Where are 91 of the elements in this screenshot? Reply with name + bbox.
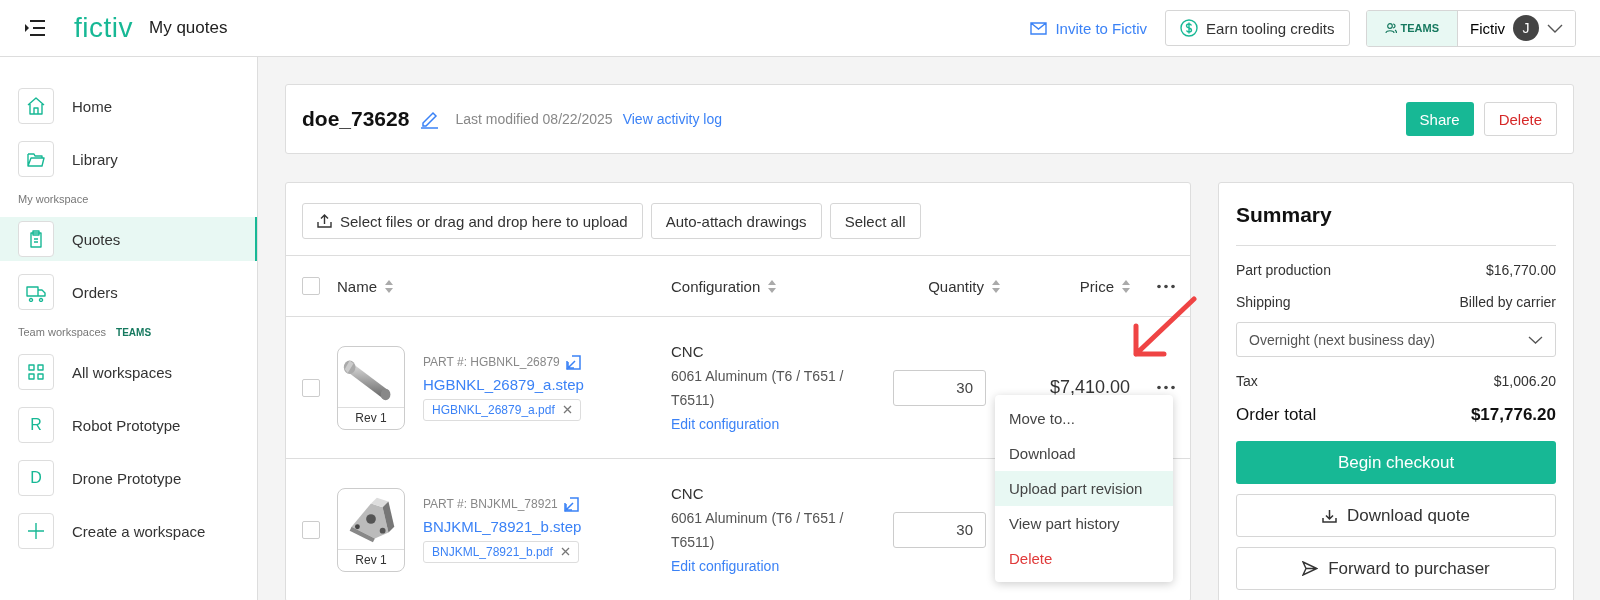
quote-name: doe_73628 [302,107,410,131]
revision-label: Rev 1 [338,548,404,571]
grid-icon [26,362,46,382]
summary-title: Summary [1236,203,1556,246]
plus-icon [26,521,46,541]
sidebar-item[interactable]: R Robot Prototype [0,403,257,447]
revision-label: Rev 1 [338,406,404,429]
sidebar-item[interactable]: All workspaces [0,350,257,394]
menu-item[interactable]: Download [995,436,1173,471]
column-header[interactable]: Name [337,277,377,295]
line-value: $1,006.20 [1493,373,1556,389]
more-icon[interactable] [1156,283,1176,289]
chevron-down-icon [1547,23,1563,33]
line-label: Shipping [1236,294,1291,310]
menu-item[interactable]: Delete [995,541,1173,576]
drawing-chip[interactable]: BNJKML_78921_b.pdf [423,540,579,563]
column-header[interactable]: Quantity [928,277,984,295]
line-label: Part production [1236,262,1331,278]
delete-button[interactable]: Delete [1483,102,1557,136]
shipping-select[interactable]: Overnight (next business day) [1236,322,1556,357]
earn-credits-button[interactable]: Earn tooling credits [1165,10,1350,46]
row-checkbox[interactable] [302,520,320,539]
column-header[interactable]: Price [1079,277,1114,295]
toolbar-button[interactable]: Select all [829,203,921,239]
part-thumbnail[interactable]: Rev 1 [337,345,405,430]
part-number: PART #: HGBNKL_26879 [423,355,560,369]
line-value: Billed by carrier [1459,294,1556,310]
page-title: My quotes [149,18,228,38]
initial-tile: D [18,460,54,496]
part-thumbnail[interactable]: Rev 1 [337,487,405,572]
file-link[interactable]: BNJKML_78921_b.step [423,517,582,535]
sort-icon[interactable] [768,279,777,293]
teams-label: TEAMS [116,326,152,338]
edit-configuration-link[interactable]: Edit configuration [671,557,780,574]
toolbar-button[interactable]: Auto-attach drawings [650,203,822,239]
process-label: CNC [671,483,705,504]
close-icon[interactable] [560,547,570,556]
sort-icon[interactable] [992,279,1000,293]
menu-icon[interactable] [24,19,46,37]
drawing-chip[interactable]: HGBNKL_26879_a.pdf [423,398,581,421]
last-modified: Last modified 08/22/2025 [455,111,613,127]
pencil-icon[interactable] [419,109,440,129]
sidebar-item[interactable]: Library [0,137,257,181]
total-label: Order total [1236,405,1317,425]
close-icon[interactable] [562,405,572,414]
avatar: J [1513,15,1539,41]
external-link-icon[interactable] [563,496,579,512]
sidebar-item[interactable]: Orders [0,270,257,314]
upload-icon [317,214,332,228]
initial-tile: R [18,407,54,443]
section-heading: My workspace [18,193,89,205]
edit-configuration-link[interactable]: Edit configuration [671,415,780,432]
home-icon [26,96,46,116]
people-icon [1384,22,1397,34]
menu-item[interactable]: View part history [995,506,1173,541]
sidebar-item[interactable]: D Drone Prototype [0,456,257,500]
line-value: $16,770.00 [1485,262,1556,278]
send-icon [1302,561,1319,576]
sidebar-item[interactable]: Quotes [0,217,257,261]
dollar-icon [1180,19,1199,37]
price: $7,410.00 [1049,377,1130,398]
sidebar-item[interactable]: Create a workspace [0,509,257,553]
external-link-icon[interactable] [565,354,581,370]
activity-log-link[interactable]: View activity log [622,111,722,127]
file-link[interactable]: HGBNKL_26879_a.step [423,375,584,393]
forward-button[interactable]: Forward to purchaser [1236,547,1556,590]
sidebar-item[interactable]: Home [0,84,257,128]
total-value: $17,776.20 [1470,405,1556,425]
download-icon [1322,508,1338,523]
section-heading: Team workspaces [18,326,107,338]
select-all-checkbox[interactable] [302,277,320,295]
sort-icon[interactable] [385,279,393,293]
more-icon[interactable] [1156,385,1176,390]
row-checkbox[interactable] [302,378,320,397]
material-label: 6061 Aluminum (T6 / T651 / T6511) [671,366,845,410]
download-quote-button[interactable]: Download quote [1236,494,1556,537]
upload-button[interactable]: Select files or drag and drop here to upload [302,203,643,239]
process-label: CNC [671,341,705,362]
menu-item[interactable]: Move to... [995,401,1173,436]
quantity-field[interactable]: 30 [893,511,986,548]
column-header[interactable]: Configuration [671,277,761,295]
menu-item[interactable]: Upload part revision [995,471,1173,506]
invite-link[interactable]: Invite to Fictiv [1030,19,1148,37]
part-number: PART #: BNJKML_78921 [423,497,558,511]
teams-badge[interactable]: TEAMS [1366,10,1458,46]
line-label: Tax [1236,373,1258,389]
sort-icon[interactable] [1122,279,1130,293]
mail-icon [1030,21,1048,35]
chevron-down-icon [1528,335,1543,344]
quantity-field[interactable]: 30 [893,369,986,406]
material-label: 6061 Aluminum (T6 / T651 / T6511) [671,508,845,552]
